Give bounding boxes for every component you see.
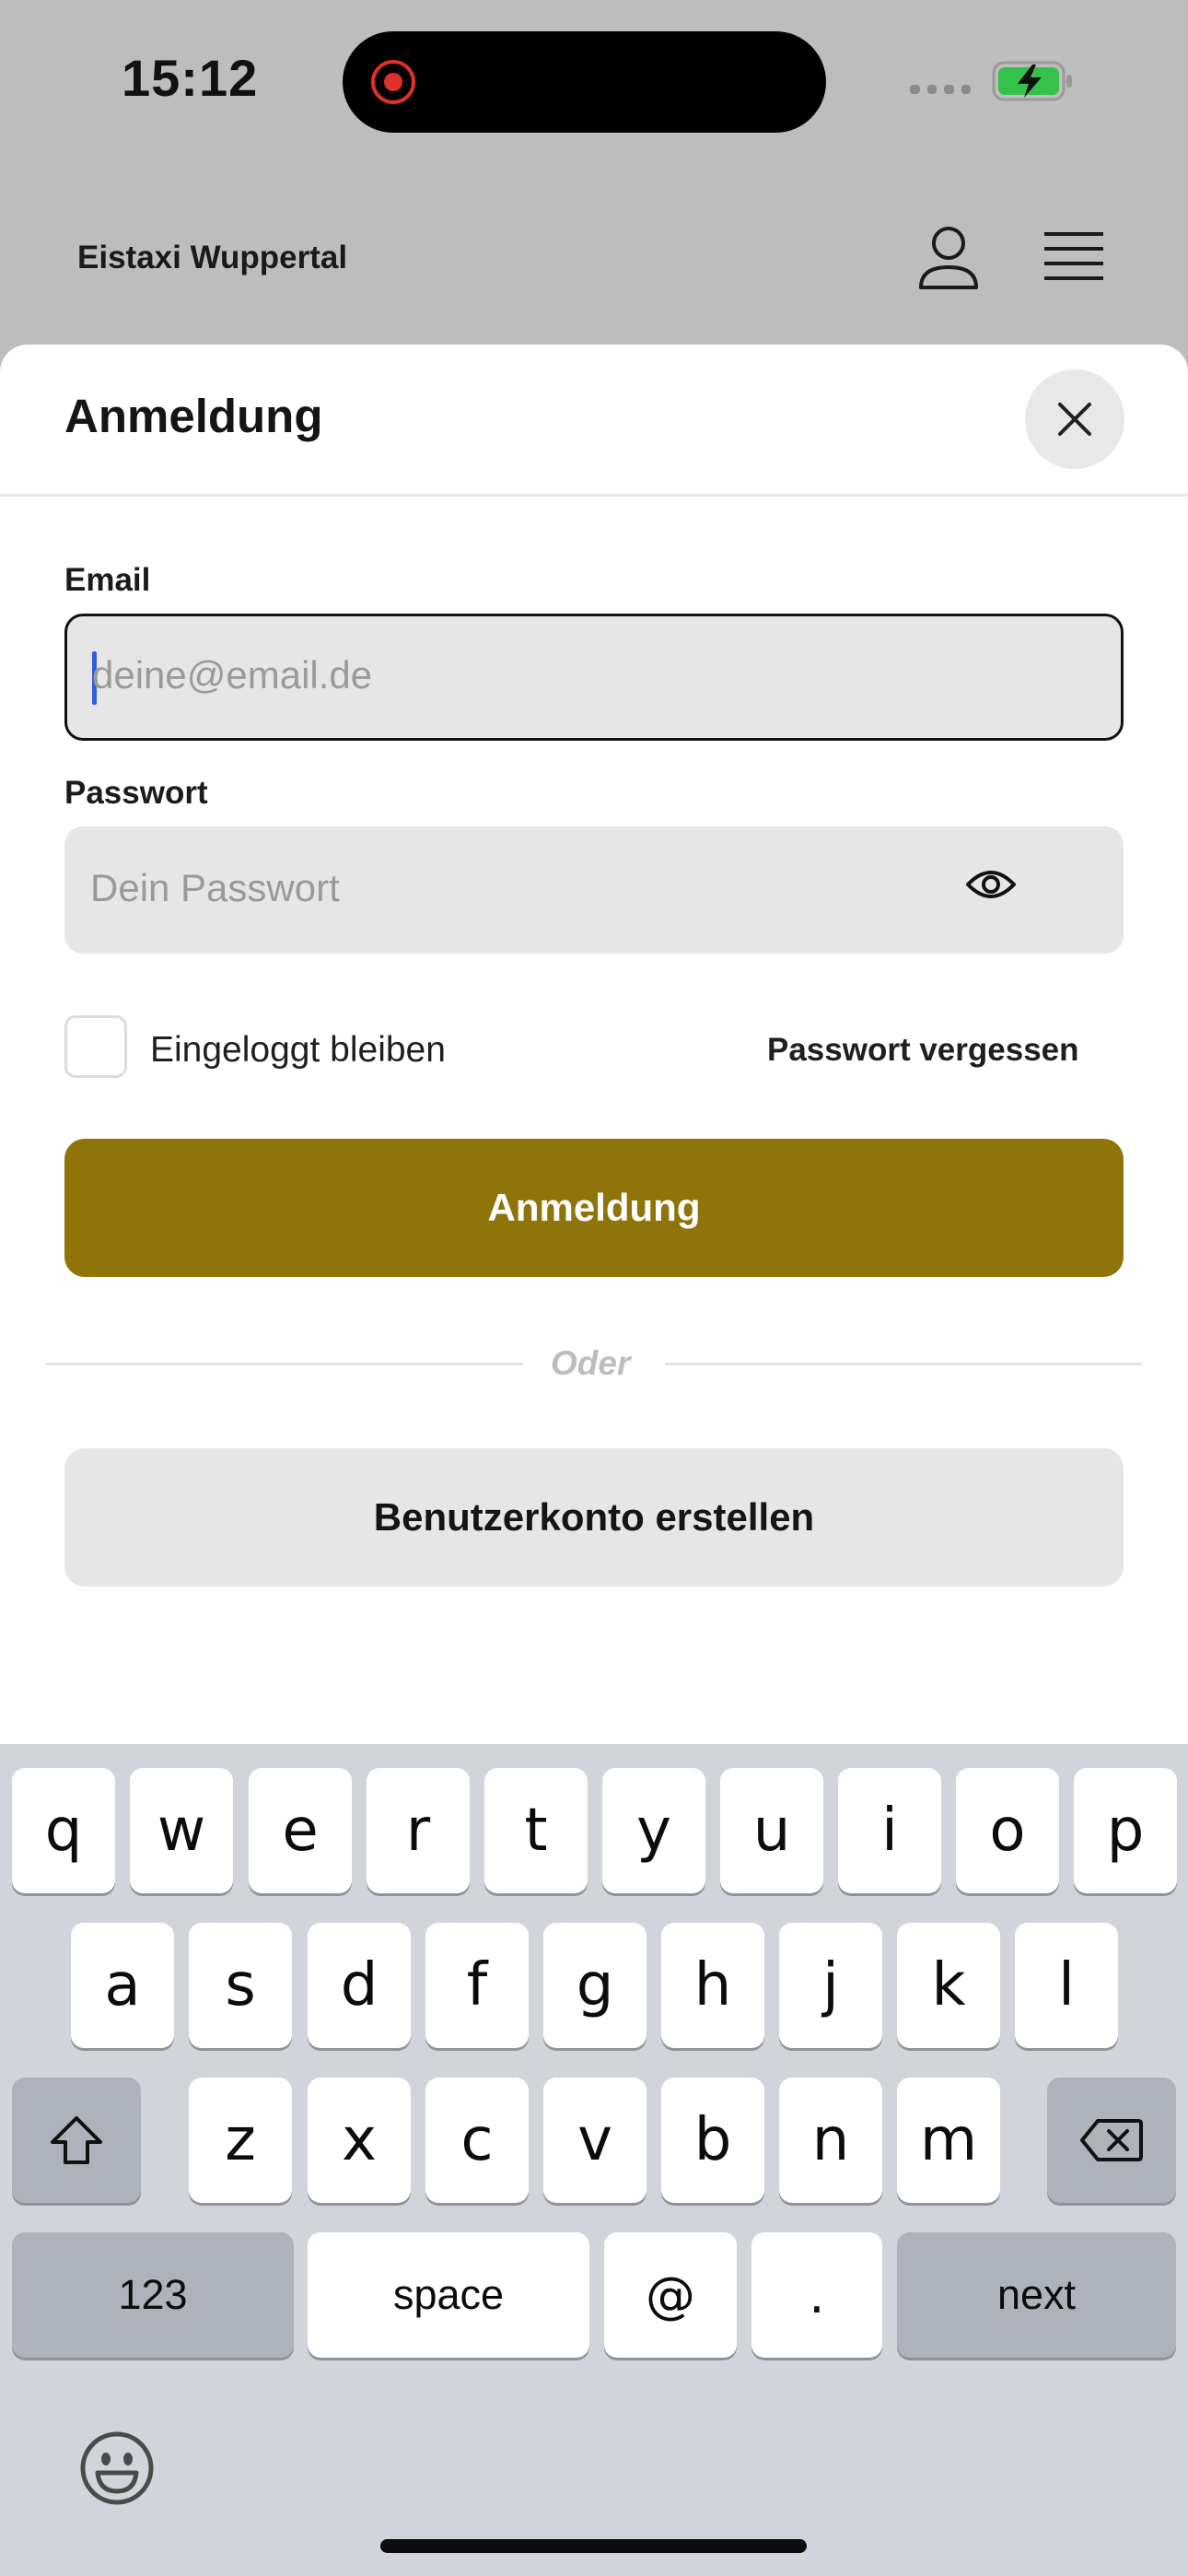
hamburger-menu-icon[interactable]	[1042, 230, 1105, 287]
close-icon	[1058, 403, 1091, 436]
remember-label[interactable]: Eingeloggt bleiben	[150, 1030, 446, 1071]
or-label: Oder	[551, 1344, 631, 1382]
key-p[interactable]: p	[1074, 1768, 1177, 1893]
password-placeholder: Dein Passwort	[90, 866, 340, 909]
close-button[interactable]	[1025, 369, 1124, 469]
remember-checkbox[interactable]	[64, 1015, 127, 1078]
dot-key[interactable]: .	[751, 2232, 882, 2358]
key-x[interactable]: x	[308, 2078, 411, 2203]
key-e[interactable]: e	[249, 1768, 352, 1893]
dynamic-island	[343, 31, 826, 133]
key-g[interactable]: g	[543, 1923, 646, 2048]
next-key[interactable]: next	[897, 2232, 1176, 2358]
key-r[interactable]: r	[367, 1768, 470, 1893]
delete-key[interactable]	[1047, 2078, 1176, 2203]
key-j[interactable]: j	[779, 1923, 882, 2048]
key-m[interactable]: m	[897, 2078, 1000, 2203]
key-a[interactable]: a	[71, 1923, 174, 2048]
email-field[interactable]: deine@email.de	[64, 614, 1124, 741]
app-title: Eistaxi Wuppertal	[77, 240, 348, 275]
key-q[interactable]: q	[12, 1768, 115, 1893]
password-label: Passwort	[64, 775, 208, 811]
emoji-icon[interactable]	[79, 2430, 155, 2506]
key-s[interactable]: s	[189, 1923, 292, 2048]
key-y[interactable]: y	[602, 1768, 705, 1893]
key-d[interactable]: d	[308, 1923, 411, 2048]
space-key[interactable]: space	[308, 2232, 589, 2358]
key-u[interactable]: u	[720, 1768, 823, 1893]
key-b[interactable]: b	[661, 2078, 764, 2203]
key-i[interactable]: i	[838, 1768, 941, 1893]
shift-key[interactable]	[12, 2078, 141, 2203]
or-divider-right	[665, 1363, 1142, 1365]
user-account-icon[interactable]	[917, 225, 980, 291]
or-divider-left	[46, 1363, 523, 1365]
key-l[interactable]: l	[1015, 1923, 1118, 2048]
create-account-button[interactable]: Benutzerkonto erstellen	[64, 1448, 1124, 1587]
key-f[interactable]: f	[425, 1923, 529, 2048]
key-w[interactable]: w	[130, 1768, 233, 1893]
status-time: 15:12	[122, 49, 259, 107]
login-sheet: Anmeldung Email deine@email.de Passwort …	[0, 345, 1188, 1745]
email-placeholder: deine@email.de	[92, 653, 373, 697]
numbers-key[interactable]: 123	[12, 2232, 294, 2358]
backspace-icon	[1080, 2119, 1143, 2161]
key-c[interactable]: c	[425, 2078, 529, 2203]
login-button[interactable]: Anmeldung	[64, 1139, 1124, 1277]
cellular-signal-icon	[910, 85, 971, 94]
header-divider	[0, 494, 1188, 497]
sheet-title: Anmeldung	[64, 390, 323, 442]
key-z[interactable]: z	[189, 2078, 292, 2203]
show-password-eye-icon[interactable]	[965, 866, 1017, 903]
key-h[interactable]: h	[661, 1923, 764, 2048]
home-indicator	[380, 2539, 807, 2553]
key-k[interactable]: k	[897, 1923, 1000, 2048]
key-t[interactable]: t	[484, 1768, 588, 1893]
email-label: Email	[64, 562, 151, 598]
key-o[interactable]: o	[956, 1768, 1059, 1893]
key-n[interactable]: n	[779, 2078, 882, 2203]
recording-icon	[371, 60, 415, 104]
key-v[interactable]: v	[543, 2078, 646, 2203]
forgot-password-link[interactable]: Passwort vergessen	[767, 1032, 1079, 1069]
at-key[interactable]: @	[604, 2232, 737, 2358]
shift-arrow-icon	[51, 2116, 102, 2164]
battery-charging-icon	[992, 61, 1072, 101]
